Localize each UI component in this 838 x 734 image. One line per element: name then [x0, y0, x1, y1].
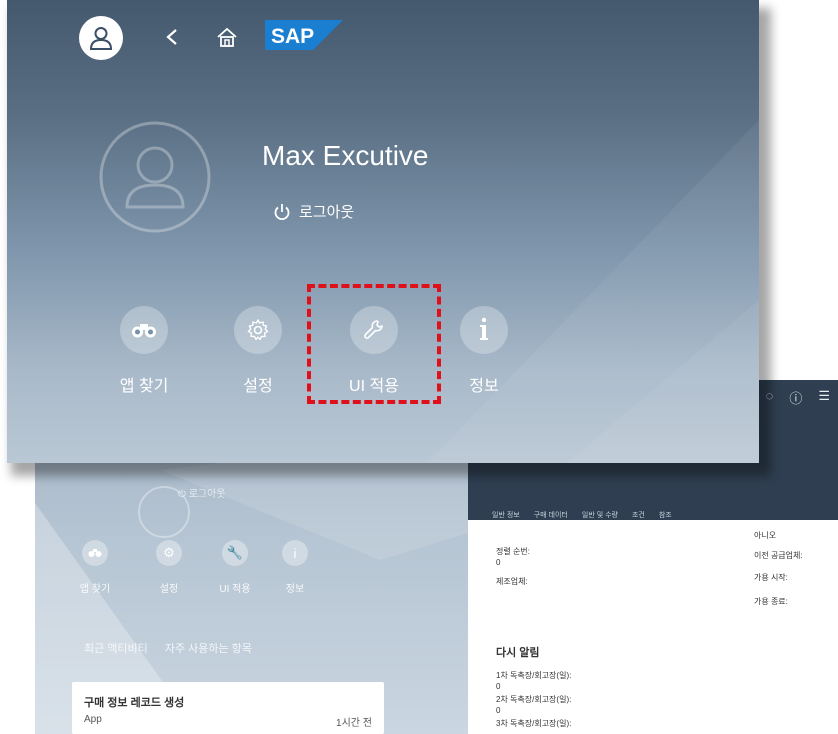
- sap-logo-text: SAP: [271, 25, 314, 48]
- bg-action-label: 설정: [159, 584, 179, 595]
- tab-frequently-used[interactable]: 자주 사용하는 항목: [165, 643, 252, 655]
- binoculars-icon: [132, 324, 156, 338]
- right-panel-body: 정렬 순번: 0 제조업체: 아니오 이전 공급업체: 가용 시작: 가용 종료…: [468, 520, 838, 734]
- logout-label: 로그아웃: [299, 204, 355, 221]
- user-name: Max Excutive: [262, 140, 429, 171]
- tab-general-info[interactable]: 일반 정보: [492, 510, 520, 520]
- reminder-1: 1차 독촉장/회고장(일): 0: [496, 670, 571, 692]
- bg-info-icon[interactable]: i: [282, 540, 308, 566]
- field-sort-number: 정렬 순번: 0: [496, 546, 530, 568]
- user-avatar-button[interactable]: [79, 16, 123, 60]
- back-button[interactable]: [157, 22, 187, 52]
- bg-action-label: 정보: [285, 584, 305, 595]
- field-label: 제조업체:: [496, 577, 528, 586]
- user-icon: [89, 27, 113, 50]
- card-type: App: [84, 714, 102, 725]
- reminder-value: 0: [496, 682, 501, 691]
- tab-general-quantity[interactable]: 일반 및 수량: [582, 510, 618, 520]
- bg-action-label: 앱 찾기: [79, 584, 111, 595]
- bg-logout-label: 로그아웃: [188, 489, 226, 500]
- home-button[interactable]: [212, 22, 242, 52]
- field-manufacturer: 제조업체:: [496, 576, 528, 587]
- bg-gear-icon[interactable]: ⚙: [156, 540, 182, 566]
- tab-references[interactable]: 참조: [659, 510, 672, 520]
- field-flag-value: 아니오: [754, 531, 777, 540]
- field-available-from: 가용 시작:: [754, 573, 788, 582]
- about-button[interactable]: [460, 306, 508, 354]
- bg-action-row: ⚙ 🔧 i 앱 찾기 설정 UI 적용 정보: [79, 540, 322, 596]
- card-title: 구매 정보 레코드 생성: [84, 697, 185, 709]
- right-panel-tabs: 일반 정보 구매 데이터 일반 및 수량 조건 참조: [492, 510, 672, 520]
- bg-logout-link[interactable]: ⏻ 로그아웃: [178, 485, 226, 500]
- section-title-reminders: 다시 알림: [496, 647, 540, 659]
- field-label: 정렬 순번:: [496, 547, 530, 556]
- power-icon: [274, 203, 290, 220]
- reminder-label: 3차 독촉장/회고장(일):: [496, 719, 572, 728]
- highlight-box: [307, 284, 441, 404]
- find-apps-label: 앱 찾기: [119, 378, 169, 395]
- tab-recent-activity[interactable]: 최근 액티비티: [84, 643, 148, 655]
- sap-logo[interactable]: SAP: [265, 20, 343, 50]
- find-apps-button[interactable]: [120, 306, 168, 354]
- menu-icon[interactable]: ☰: [818, 388, 830, 407]
- chevron-left-icon: [166, 29, 177, 45]
- about-label: 정보: [469, 378, 499, 395]
- field-previous-vendor: 이전 공급업체:: [754, 551, 803, 560]
- user-profile-avatar: [99, 121, 211, 233]
- home-icon: [217, 27, 237, 47]
- recent-activity-card[interactable]: 구매 정보 레코드 생성 App 1시간 전: [72, 682, 384, 734]
- reminder-value: 0: [496, 706, 501, 715]
- reminder-3: 3차 독촉장/회고장(일):: [496, 718, 571, 729]
- bg-binoculars-icon[interactable]: [82, 540, 108, 566]
- tab-conditions[interactable]: 조건: [632, 510, 645, 520]
- settings-button[interactable]: [234, 306, 282, 354]
- reminder-2: 2차 독촉장/회고장(일): 0: [496, 694, 571, 716]
- reminder-label: 2차 독촉장/회고장(일):: [496, 695, 572, 704]
- user-menu-overlay: SAP Max Excutive 로그아웃 앱 찾기 설정 UI 적용 정보: [7, 0, 759, 463]
- reminder-label: 1차 독촉장/회고장(일):: [496, 671, 572, 680]
- info-icon: [480, 317, 488, 340]
- tab-purchasing-data[interactable]: 구매 데이터: [534, 510, 568, 520]
- field-available-to: 가용 종료:: [754, 597, 788, 606]
- bg-action-label: UI 적용: [219, 584, 251, 595]
- help-icon[interactable]: ⓘ: [789, 388, 802, 407]
- shell-header-icons: ◌ ⓘ ☰: [766, 388, 830, 407]
- logout-button[interactable]: 로그아웃: [273, 201, 354, 222]
- bg-wrench-icon[interactable]: 🔧: [222, 540, 248, 566]
- gear-icon: [247, 319, 269, 341]
- card-time: 1시간 전: [336, 718, 372, 729]
- field-value: 0: [496, 558, 501, 567]
- settings-label: 설정: [243, 378, 273, 395]
- bg-tab-bar: 최근 액티비티 자주 사용하는 항목: [84, 640, 266, 656]
